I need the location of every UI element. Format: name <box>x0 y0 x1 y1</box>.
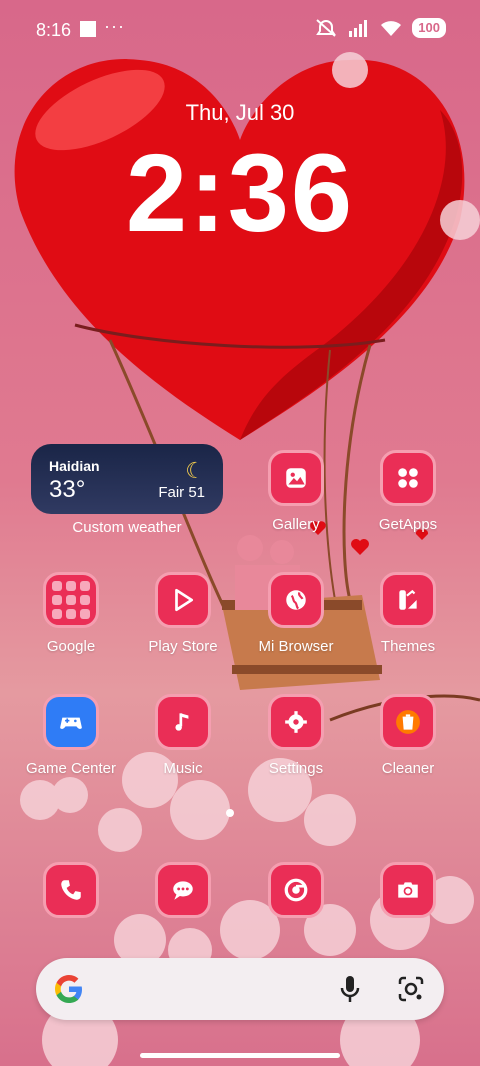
app-label: Game Center <box>25 760 117 777</box>
gamepad-icon <box>43 694 99 750</box>
app-gallery[interactable]: Gallery <box>241 450 351 533</box>
wifi-icon <box>381 21 402 36</box>
moon-icon: ☾ <box>185 458 205 483</box>
app-play-store[interactable]: Play Store <box>128 572 238 655</box>
clock-time[interactable]: 2:36 <box>0 130 480 257</box>
gesture-handle[interactable] <box>140 1053 340 1058</box>
dock-messages[interactable] <box>128 862 238 918</box>
battery-icon: 100 <box>412 18 446 38</box>
square-icon <box>80 21 96 37</box>
app-themes[interactable]: Themes <box>353 572 463 655</box>
camera-icon <box>380 862 436 918</box>
signal-icon <box>349 20 368 37</box>
app-label: Settings <box>268 760 324 777</box>
status-bar: 8:16 ··· 100 <box>0 0 480 60</box>
chrome-icon <box>268 862 324 918</box>
app-label: GetApps <box>378 516 438 533</box>
app-label: Mi Browser <box>258 638 334 655</box>
app-label: Gallery <box>272 516 320 533</box>
dock-chrome[interactable] <box>241 862 351 918</box>
app-label: Cleaner <box>381 760 435 777</box>
phone-icon <box>43 862 99 918</box>
app-game-center[interactable]: Game Center <box>16 694 126 777</box>
app-getapps[interactable]: GetApps <box>353 450 463 533</box>
mute-icon <box>316 19 337 37</box>
date-label[interactable]: Thu, Jul 30 <box>0 100 480 126</box>
music-icon <box>155 694 211 750</box>
messages-icon <box>155 862 211 918</box>
app-label: Themes <box>380 638 436 655</box>
weather-widget-label: Custom weather <box>72 519 182 536</box>
mic-icon[interactable] <box>338 974 362 1009</box>
dock-camera[interactable] <box>353 862 463 918</box>
gear-icon <box>268 694 324 750</box>
app-label: Google <box>46 638 96 655</box>
google-search-bar[interactable] <box>36 958 444 1020</box>
app-label: Music <box>163 760 203 777</box>
themes-icon <box>380 572 436 628</box>
weather-temperature: 33° <box>49 476 86 503</box>
play-store-icon <box>155 572 211 628</box>
status-time: 8:16 <box>36 20 72 40</box>
weather-condition: Fair 51 <box>158 484 205 501</box>
app-music[interactable]: Music <box>128 694 238 777</box>
app-cleaner[interactable]: Cleaner <box>353 694 463 777</box>
page-indicator[interactable] <box>226 809 234 817</box>
more-icon: ··· <box>104 16 125 36</box>
app-label: Play Store <box>148 638 218 655</box>
weather-city: Haidian <box>49 458 100 474</box>
app-settings[interactable]: Settings <box>241 694 351 777</box>
google-logo <box>52 972 86 1015</box>
folder-icon <box>43 572 99 628</box>
dock-phone[interactable] <box>16 862 126 918</box>
app-google-folder[interactable]: Google <box>16 572 126 655</box>
trash-icon <box>380 694 436 750</box>
weather-widget[interactable]: Haidian 33° ☾ Fair 51 <box>31 444 223 514</box>
lens-icon[interactable] <box>396 974 426 1009</box>
app-mi-browser[interactable]: Mi Browser <box>241 572 351 655</box>
getapps-icon <box>380 450 436 506</box>
gallery-icon <box>268 450 324 506</box>
globe-icon <box>268 572 324 628</box>
